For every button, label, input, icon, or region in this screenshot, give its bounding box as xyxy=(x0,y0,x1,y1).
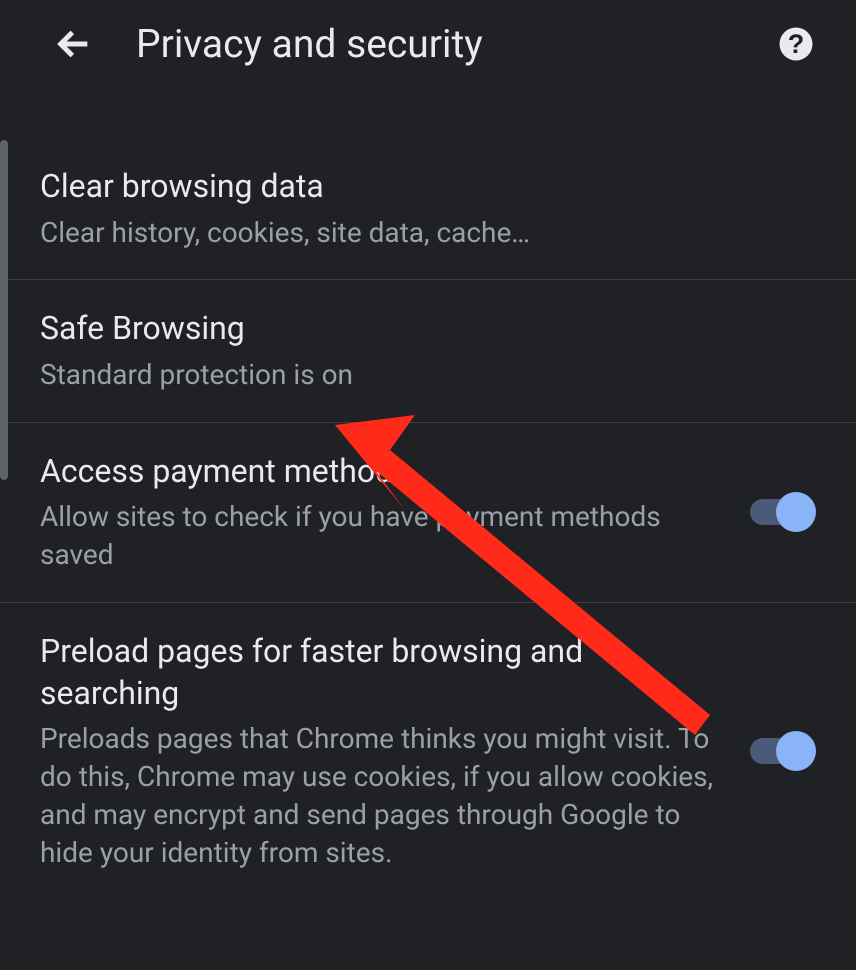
page-title: Privacy and security xyxy=(136,21,776,67)
toggle-thumb xyxy=(776,492,816,532)
scroll-indicator xyxy=(0,140,8,480)
item-subtitle: Clear history, cookies, site data, cache… xyxy=(40,214,796,252)
item-title: Access payment methods xyxy=(40,451,724,493)
clear-browsing-data-item[interactable]: Clear browsing data Clear history, cooki… xyxy=(0,138,856,280)
preload-pages-toggle[interactable] xyxy=(744,731,816,771)
header: Privacy and security ? xyxy=(0,0,856,88)
item-content: Preload pages for faster browsing and se… xyxy=(40,631,744,871)
svg-text:?: ? xyxy=(788,29,805,59)
item-title: Safe Browsing xyxy=(40,308,796,350)
item-content: Clear browsing data Clear history, cooki… xyxy=(40,166,816,251)
item-title: Preload pages for faster browsing and se… xyxy=(40,631,724,714)
item-content: Access payment methods Allow sites to ch… xyxy=(40,451,744,574)
item-subtitle: Standard protection is on xyxy=(40,356,796,394)
access-payment-methods-item[interactable]: Access payment methods Allow sites to ch… xyxy=(0,423,856,603)
preload-pages-item[interactable]: Preload pages for faster browsing and se… xyxy=(0,603,856,899)
item-subtitle: Preloads pages that Chrome thinks you mi… xyxy=(40,720,724,871)
settings-list: Clear browsing data Clear history, cooki… xyxy=(0,138,856,899)
safe-browsing-item[interactable]: Safe Browsing Standard protection is on xyxy=(0,280,856,422)
item-subtitle: Allow sites to check if you have payment… xyxy=(40,498,724,574)
item-content: Safe Browsing Standard protection is on xyxy=(40,308,816,393)
toggle-thumb xyxy=(776,731,816,771)
back-arrow-icon[interactable] xyxy=(50,20,98,68)
item-title: Clear browsing data xyxy=(40,166,796,208)
help-icon[interactable]: ? xyxy=(776,24,816,64)
payment-methods-toggle[interactable] xyxy=(744,492,816,532)
